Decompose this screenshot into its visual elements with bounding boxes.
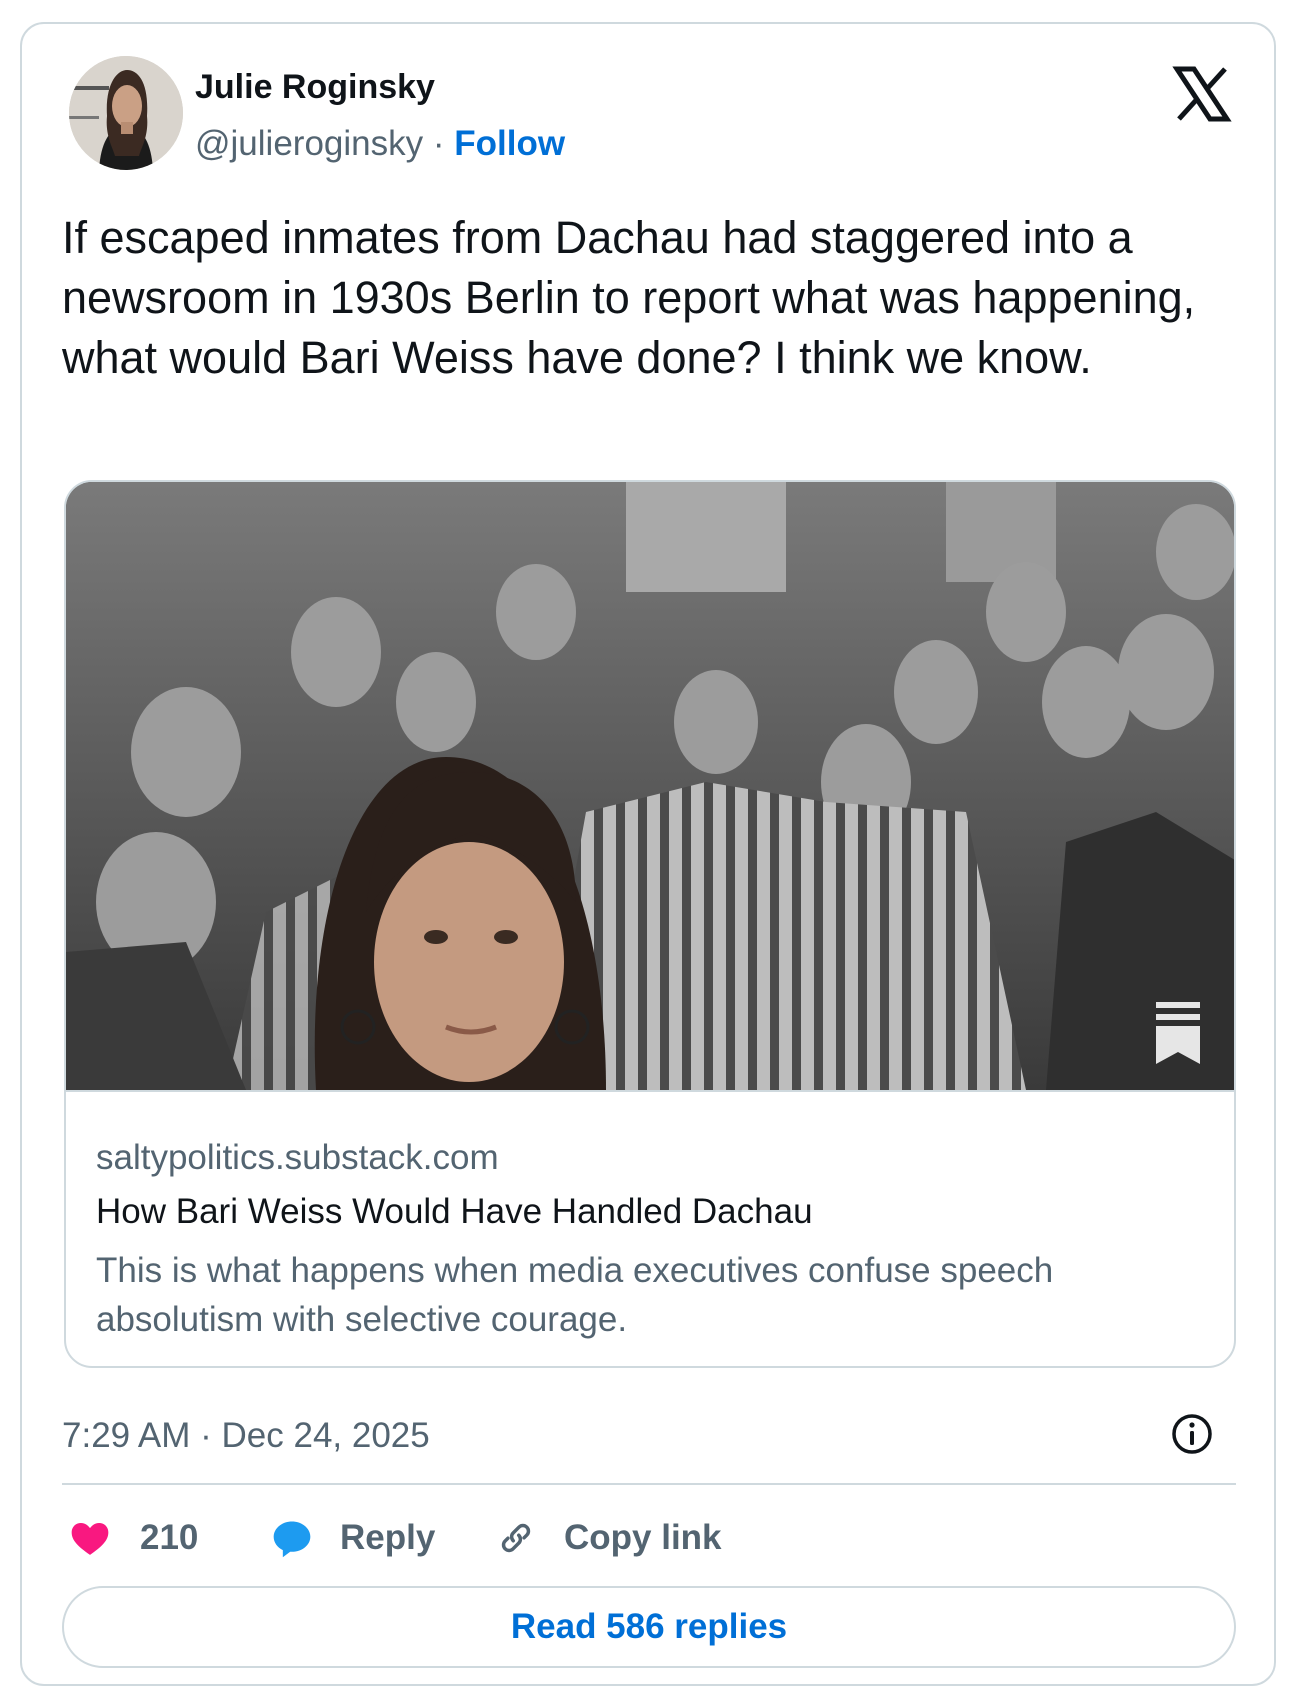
link-domain: saltypolitics.substack.com xyxy=(96,1138,499,1177)
copy-link-label: Copy link xyxy=(564,1518,722,1557)
x-logo-icon[interactable] xyxy=(1172,64,1232,124)
avatar[interactable] xyxy=(69,56,183,170)
separator-dot: · xyxy=(423,124,455,163)
avatar-image xyxy=(69,56,183,170)
like-button[interactable]: 210 xyxy=(68,1508,198,1568)
link-preview-card[interactable]: saltypolitics.substack.com How Bari Weis… xyxy=(64,480,1236,1368)
copy-link-button[interactable]: Copy link xyxy=(494,1508,722,1568)
like-count: 210 xyxy=(140,1518,199,1557)
link-title[interactable]: How Bari Weiss Would Have Handled Dachau xyxy=(96,1192,813,1232)
info-icon[interactable] xyxy=(1170,1412,1214,1456)
read-replies-button[interactable]: Read 586 replies xyxy=(62,1586,1236,1668)
speech-bubble-icon xyxy=(273,1521,311,1558)
link-icon xyxy=(501,1523,531,1553)
tweet-embed-card: Julie Roginsky @julieroginsky · Follow I… xyxy=(20,22,1276,1686)
link-description: This is what happens when media executiv… xyxy=(96,1251,1054,1339)
heart-icon xyxy=(71,1522,109,1555)
author-handle[interactable]: @julieroginsky xyxy=(195,124,423,163)
handle-row: @julieroginsky · Follow xyxy=(195,124,565,164)
follow-button[interactable]: Follow xyxy=(454,124,565,163)
tweet-timestamp[interactable]: 7:29 AM · Dec 24, 2025 xyxy=(62,1416,430,1456)
reply-label: Reply xyxy=(340,1518,436,1557)
preview-photo xyxy=(66,482,1234,1090)
tweet-text: If escaped inmates from Dachau had stagg… xyxy=(62,212,1196,383)
actions-divider xyxy=(62,1483,1236,1485)
reply-button[interactable]: Reply xyxy=(270,1508,435,1568)
link-card-divider xyxy=(66,1090,1234,1092)
author-name[interactable]: Julie Roginsky xyxy=(195,68,435,107)
link-preview-image[interactable] xyxy=(66,482,1234,1090)
